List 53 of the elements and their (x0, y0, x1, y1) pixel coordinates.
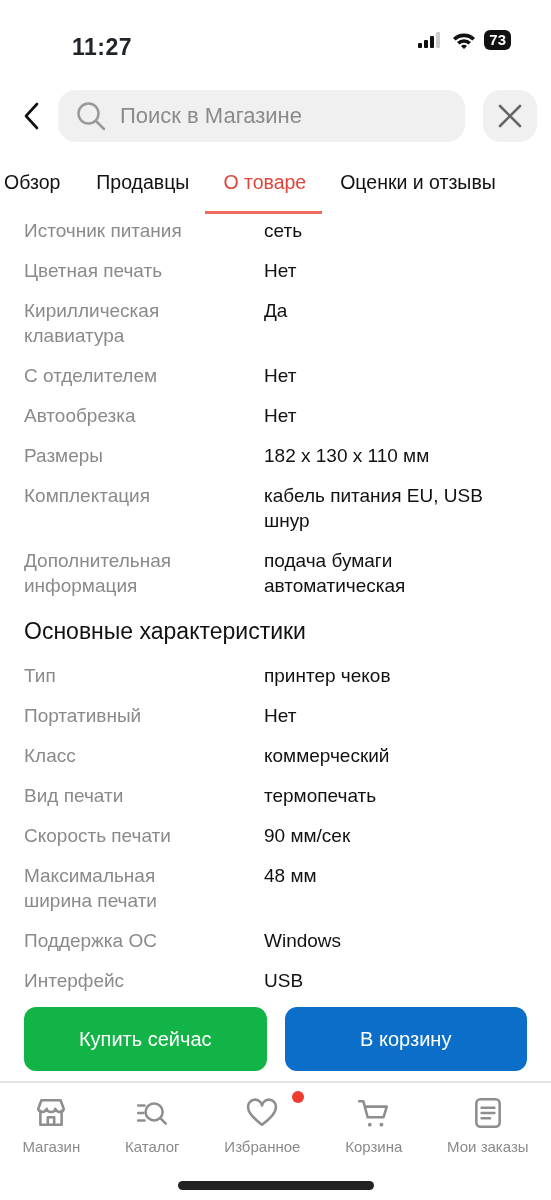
spec-name: Вид печати (24, 783, 125, 808)
spec-value: 48 мм (264, 863, 318, 888)
spec-value: термопечать (264, 783, 378, 808)
nav-item[interactable]: Каталог (119, 1095, 186, 1181)
spec-value: Нет (264, 364, 298, 389)
buy-now-button[interactable]: Купить сейчас (24, 1007, 267, 1071)
spec-value: Нет (264, 703, 298, 728)
nav-item[interactable]: Мои заказы (441, 1095, 535, 1181)
spec-name: Автообрезка (24, 404, 137, 429)
spec-value: Windows (264, 928, 343, 953)
wifi-icon (452, 31, 477, 49)
spec-name: Скорость печати (24, 823, 172, 848)
tab[interactable]: Оценки и отзывы (340, 162, 496, 215)
spec-value: Нет (264, 259, 298, 284)
spec-name: Портативный (24, 703, 143, 728)
nav-item[interactable]: Избранное (218, 1095, 307, 1181)
spec-name: Источник питания (24, 219, 183, 244)
back-icon (24, 102, 40, 130)
tab[interactable]: Обзор (4, 162, 61, 215)
spec-name: С отделителем (24, 364, 159, 389)
spec-name: Размеры (24, 444, 104, 469)
spec-name: Интерфейс (24, 968, 126, 993)
spec-name: Дополнительная информация (24, 549, 173, 599)
close-icon (498, 104, 522, 128)
back-button[interactable] (24, 102, 40, 130)
spec-value: 90 мм/сек (264, 823, 352, 848)
spec-value: принтер чеков (264, 663, 392, 688)
spec-name: Комплектация (24, 484, 151, 509)
battery-level: 73 (484, 30, 511, 50)
close-button[interactable] (483, 90, 537, 142)
search-field[interactable]: Поиск в Магазине (58, 90, 465, 142)
spec-name: Максимальная ширина печати (24, 863, 158, 913)
spec-value: USB (264, 968, 305, 993)
spec-value: сеть (264, 219, 304, 244)
spec-name: Цветная печать (24, 259, 164, 284)
add-to-cart-button[interactable]: В корзину (284, 1007, 527, 1071)
nav-item[interactable]: Корзина (339, 1095, 409, 1181)
spec-name: Поддержка ОС (24, 928, 158, 953)
spec-value: Да (264, 299, 289, 324)
spec-name: Тип (24, 663, 57, 688)
section-heading: Основные характеристики (24, 617, 307, 647)
search-icon (76, 101, 106, 131)
spec-name: Класс (24, 743, 77, 768)
spec-value: кабель питания EU, USB шнур (264, 484, 484, 534)
spec-value: коммерческий (264, 743, 391, 768)
tab[interactable]: О товаре (205, 162, 323, 215)
spec-value: подача бумаги автоматическая (264, 549, 407, 599)
spec-name: Кириллическая клавиатура (24, 299, 161, 349)
spec-value: 182 x 130 x 110 мм (264, 444, 431, 469)
nav-item[interactable]: Магазин (16, 1095, 87, 1181)
status-time: 11:27 (72, 33, 133, 62)
spec-value: Нет (264, 404, 298, 429)
tab[interactable]: Продавцы (96, 162, 190, 215)
